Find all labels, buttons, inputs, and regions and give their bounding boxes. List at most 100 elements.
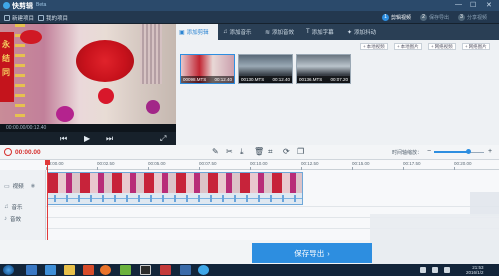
ruler-tick bbox=[97, 167, 98, 170]
start-icon[interactable] bbox=[3, 265, 14, 275]
zoom-fill bbox=[434, 151, 468, 153]
step-label: 保存导出 bbox=[429, 15, 450, 21]
new-file-icon bbox=[4, 14, 10, 21]
tab-add-music[interactable]: ♫ 添加音乐 bbox=[220, 24, 255, 40]
red-lantern bbox=[98, 88, 114, 104]
tab-label: 添加字幕 bbox=[311, 30, 334, 36]
tab-add-subtitle[interactable]: T 添加字幕 bbox=[303, 24, 337, 40]
copy-icon[interactable]: ❐ bbox=[297, 147, 304, 157]
clip-thumbnail[interactable]: 00130.MTS 00:12.40 bbox=[238, 54, 293, 84]
step-export[interactable]: 2 保存导出 bbox=[420, 14, 449, 21]
step-share[interactable]: 3 分享视频 bbox=[458, 14, 487, 21]
text-icon: T bbox=[306, 29, 310, 35]
tray-icon[interactable] bbox=[420, 267, 426, 273]
new-project-button[interactable]: 新建项目 bbox=[4, 13, 34, 22]
waveform-bar bbox=[102, 195, 104, 202]
zoom-out-icon[interactable]: − bbox=[427, 147, 431, 157]
step-edit[interactable]: 1 剪辑视频 bbox=[382, 14, 411, 21]
title-bar: 快剪辑 Beta — ☐ ✕ bbox=[0, 0, 499, 11]
step-number: 2 bbox=[420, 14, 427, 21]
ruler-tick-label: 00:17.50 bbox=[403, 161, 421, 166]
scissors-icon[interactable]: ✂ bbox=[226, 147, 233, 157]
ruler-tick bbox=[250, 167, 251, 170]
clip-caption: 00136.MTS 00:07.20 bbox=[297, 76, 350, 83]
clip-caption: 00098.MTS 00:12.40 bbox=[181, 76, 234, 83]
ie-icon[interactable] bbox=[26, 265, 37, 275]
zoom-slider-handle[interactable] bbox=[466, 149, 471, 154]
ruler-tick-label: 00:02.50 bbox=[97, 161, 115, 166]
clip-name: 00098.MTS bbox=[183, 77, 207, 82]
step-label: 分享视频 bbox=[467, 15, 488, 21]
waveform-bar bbox=[234, 195, 236, 202]
minimize-button[interactable]: — bbox=[455, 1, 462, 8]
ruler-tick-label: 00:15.00 bbox=[352, 161, 370, 166]
playhead[interactable] bbox=[45, 160, 50, 240]
app-icon[interactable] bbox=[180, 265, 191, 275]
trash-icon[interactable]: 🗑 bbox=[254, 147, 264, 157]
video-icon: ▣ bbox=[179, 29, 185, 36]
local-image-button[interactable]: + 本地图片 bbox=[394, 43, 422, 50]
export-label: 保存导出 bbox=[294, 248, 325, 258]
system-clock[interactable]: 21:53 2016/1/2 bbox=[466, 265, 484, 275]
crop-icon[interactable]: ⌗ bbox=[268, 147, 273, 157]
clip-thumbnail[interactable]: 00098.MTS 00:12.40 bbox=[180, 54, 235, 84]
waveform-bar bbox=[246, 195, 248, 202]
online-video-button[interactable]: + 网络视频 bbox=[428, 43, 456, 50]
play-icon[interactable]: ▶ bbox=[84, 134, 90, 143]
kuaijianji-icon[interactable] bbox=[198, 265, 209, 275]
sound-icon: ♪ bbox=[4, 216, 7, 222]
tray-icon[interactable] bbox=[444, 267, 450, 273]
online-image-button[interactable]: + 网络图片 bbox=[462, 43, 490, 50]
maximize-button[interactable]: ☐ bbox=[470, 1, 476, 9]
folder-icon[interactable] bbox=[64, 265, 75, 275]
my-projects-button[interactable]: 我的项目 bbox=[38, 13, 68, 22]
zoom-in-icon[interactable]: + bbox=[488, 147, 492, 157]
track-video: ▭ 视频 ◉ bbox=[4, 182, 35, 190]
step-label: 剪辑视频 bbox=[391, 15, 412, 21]
close-button[interactable]: ✕ bbox=[486, 1, 492, 9]
download-icon[interactable]: ⤓ bbox=[240, 147, 244, 157]
eye-icon[interactable]: ◉ bbox=[31, 183, 35, 189]
timeline-clip[interactable] bbox=[47, 172, 303, 205]
clock-icon bbox=[4, 148, 12, 156]
beta-badge: Beta bbox=[36, 2, 47, 8]
blurred-region bbox=[470, 192, 499, 216]
app-name: 快剪辑 bbox=[12, 3, 33, 10]
preview-timebar[interactable]: 00:00.00/00:12.40 bbox=[0, 124, 176, 132]
add-icon: + bbox=[431, 44, 434, 49]
previous-icon[interactable]: ⏮ bbox=[60, 134, 67, 143]
app-icon[interactable] bbox=[140, 265, 151, 275]
local-video-button[interactable]: + 本地视频 bbox=[360, 43, 388, 50]
tab-add-effect[interactable]: ✦ 添加抖动 bbox=[344, 24, 379, 40]
app-icon[interactable] bbox=[120, 265, 131, 275]
tab-label: 添加音效 bbox=[272, 30, 295, 36]
my-projects-label: 我的项目 bbox=[46, 15, 69, 22]
waveform-bar bbox=[210, 195, 212, 202]
app-icon[interactable] bbox=[83, 265, 94, 275]
next-icon[interactable]: ⏭ bbox=[106, 134, 113, 143]
new-project-label: 新建项目 bbox=[12, 15, 35, 22]
app-icon[interactable] bbox=[45, 265, 56, 275]
tab-add-sound[interactable]: ≋ 添加音效 bbox=[262, 24, 297, 40]
save-export-button[interactable]: 保存导出 › bbox=[252, 243, 372, 263]
browser-icon[interactable] bbox=[100, 265, 111, 275]
clip-thumbnail[interactable]: 00136.MTS 00:07.20 bbox=[296, 54, 351, 84]
media-panel: ▣ 添加剪辑 ♫ 添加音乐 ≋ 添加音效 T 添加字幕 ✦ 添加抖动 + 本地视频… bbox=[176, 24, 499, 145]
app-icon[interactable] bbox=[160, 265, 171, 275]
waveform-bar bbox=[222, 195, 224, 202]
tab-label: 添加音乐 bbox=[229, 30, 252, 36]
time-ruler[interactable]: 00:00.00 00:02.50 00:05.00 00:07.50 00:10.00… bbox=[46, 160, 499, 170]
ruler-tick bbox=[352, 167, 353, 170]
waveform-bar bbox=[138, 195, 140, 202]
rotate-icon[interactable]: ⟳ bbox=[283, 147, 290, 157]
tab-add-clips[interactable]: ▣ 添加剪辑 bbox=[176, 24, 218, 40]
video-track-icon: ▭ bbox=[4, 183, 10, 190]
purple-balloon bbox=[146, 100, 160, 114]
pen-icon[interactable]: ✎ bbox=[212, 147, 219, 157]
waveform-bar bbox=[54, 195, 56, 202]
tab-label: 添加抖动 bbox=[354, 30, 377, 36]
fullscreen-icon[interactable]: ⤢ bbox=[160, 134, 166, 143]
tray-icon[interactable] bbox=[432, 267, 438, 273]
button-label: 网络视频 bbox=[434, 43, 453, 49]
folder-icon bbox=[38, 14, 44, 21]
